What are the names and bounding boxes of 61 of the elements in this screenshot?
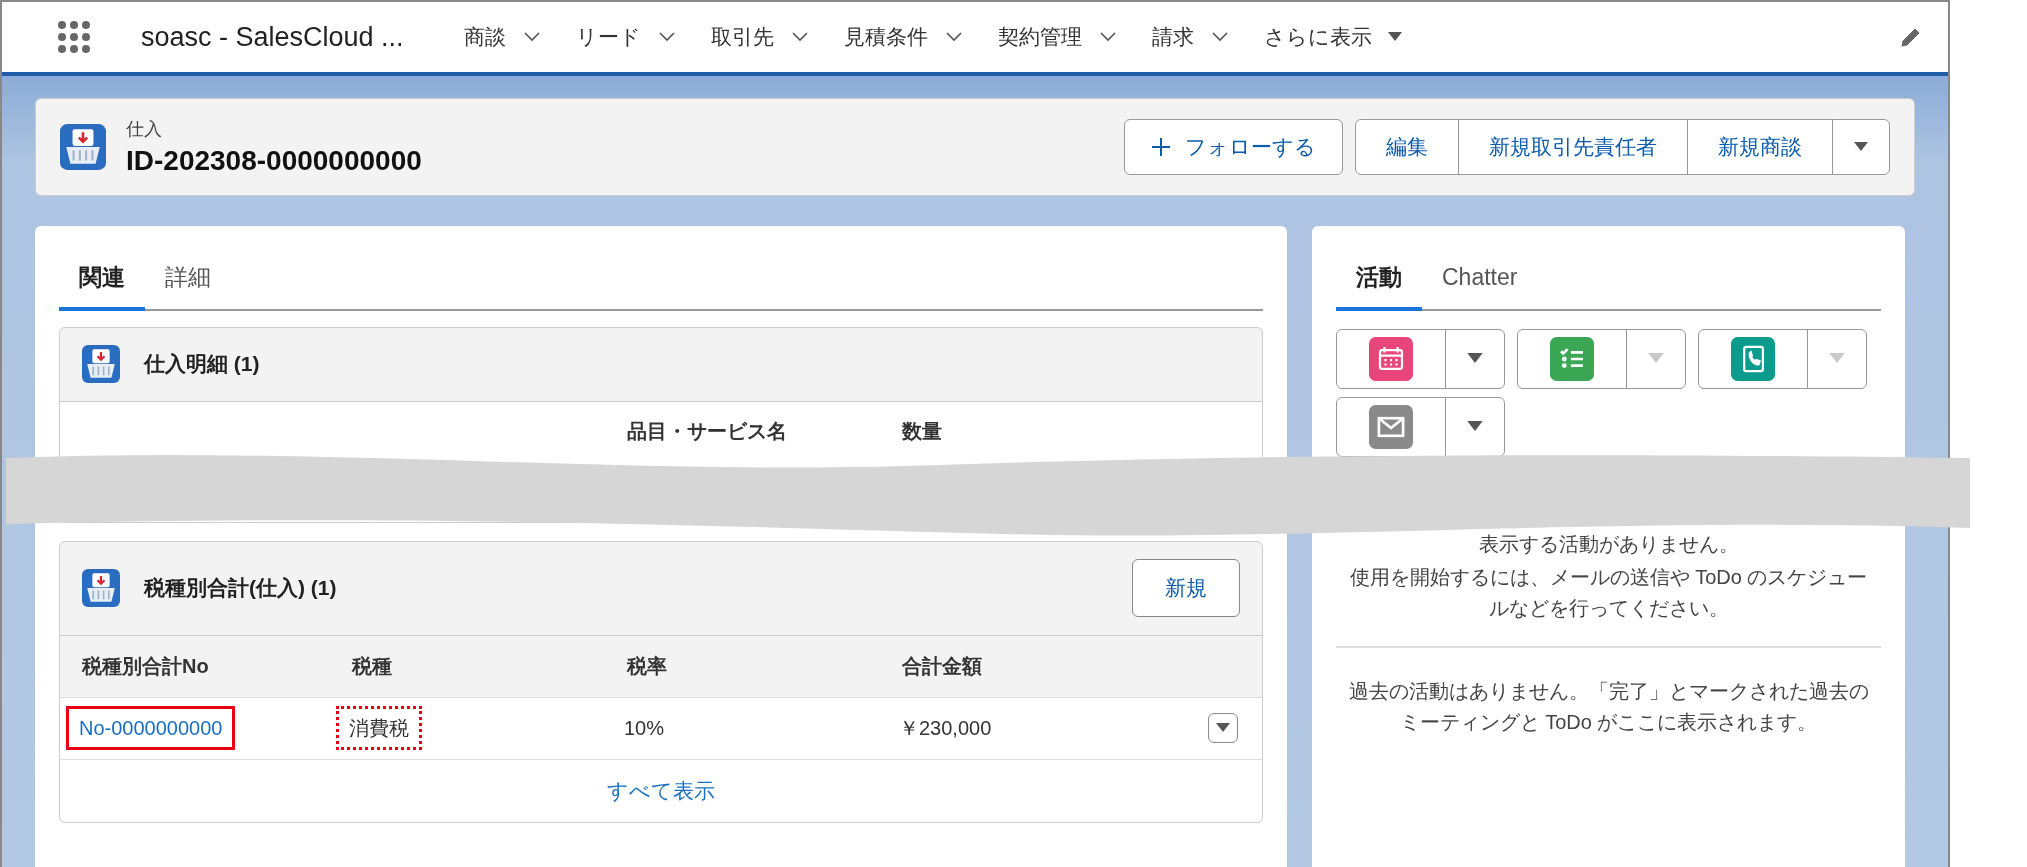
dropdown-button[interactable] — [1445, 396, 1505, 457]
table-cell: 10% — [624, 717, 665, 739]
action-button[interactable]: 編集 — [1355, 119, 1459, 175]
plus-icon — [1151, 137, 1171, 157]
event-button[interactable] — [1336, 328, 1446, 389]
basket-icon — [82, 345, 120, 383]
table-cell: 消費税 — [349, 717, 409, 739]
column-header: 数量 — [902, 418, 943, 444]
task-button[interactable] — [1517, 328, 1627, 389]
call-button[interactable] — [1698, 328, 1808, 389]
column-header: 税種 — [352, 654, 393, 679]
chevron-down-icon — [1211, 32, 1228, 42]
caret-icon — [1467, 353, 1483, 364]
caret-icon — [1648, 353, 1664, 364]
action-button[interactable]: 新規取引先責任者 — [1458, 119, 1688, 175]
caret-icon — [1387, 32, 1402, 42]
column-header: 税種別合計No — [82, 654, 210, 679]
nav-item[interactable]: リード — [575, 21, 675, 53]
chevron-down-icon — [945, 32, 962, 42]
chevron-down-icon — [523, 32, 540, 42]
tab[interactable]: Chatter — [1422, 256, 1538, 311]
more-actions-button[interactable] — [1832, 119, 1890, 175]
caret-icon — [1467, 421, 1483, 432]
basket-icon — [60, 124, 106, 170]
nav-item[interactable]: 契約管理 — [997, 21, 1116, 53]
table-cell: ￥230,000 — [899, 717, 992, 739]
column-header: 品目・サービス名 — [627, 418, 788, 444]
record-title: ID-202308-0000000000 — [126, 144, 422, 178]
follow-button[interactable]: フォローする — [1124, 119, 1343, 175]
caret-icon — [1854, 142, 1868, 152]
empty-message: 表示する活動がありません。 — [1478, 531, 1739, 557]
nav-item[interactable]: 見積条件 — [843, 21, 962, 53]
show-all-link[interactable]: すべて表示 — [607, 774, 715, 807]
tab[interactable]: 関連 — [59, 256, 145, 311]
tab[interactable]: 詳細 — [145, 256, 231, 311]
record-link[interactable]: No-0000000000 — [79, 717, 223, 739]
caret-icon — [1829, 353, 1845, 364]
related-list-title: 税種別合計(仕入) (1) — [144, 575, 337, 602]
email-button[interactable] — [1336, 396, 1446, 457]
basket-icon — [82, 569, 120, 607]
app-launcher-icon[interactable] — [57, 20, 91, 54]
chevron-down-icon — [658, 32, 675, 42]
record-type: 仕入 — [126, 118, 163, 141]
empty-message: 使用を開始するには、メールの送信や ToDo のスケジュールなどを行ってください。 — [1348, 564, 1869, 621]
nav-item[interactable]: 商談 — [463, 21, 540, 53]
column-header: 合計金額 — [902, 654, 983, 679]
dropdown-button[interactable] — [1445, 328, 1505, 389]
new-button[interactable]: 新規 — [1132, 559, 1240, 617]
more-menu[interactable]: さらに表示 — [1263, 21, 1402, 53]
chevron-down-icon — [791, 32, 808, 42]
tab[interactable]: 活動 — [1336, 256, 1422, 311]
column-header: 税率 — [627, 654, 668, 679]
nav-item[interactable]: 請求 — [1151, 21, 1228, 53]
action-button[interactable]: 新規商談 — [1687, 119, 1833, 175]
related-list-title: 仕入明細 (1) — [144, 351, 260, 378]
app-name: soasc - SalesCloud ... — [141, 20, 404, 54]
nav-item[interactable]: 取引先 — [710, 21, 808, 53]
row-menu-button[interactable] — [1208, 713, 1238, 743]
empty-message: 過去の活動はありません。「完了」とマークされた過去のミーティングと ToDo がここに表示されます。 — [1347, 678, 1870, 735]
chevron-down-icon — [1099, 32, 1116, 42]
caret-icon — [1216, 723, 1230, 733]
